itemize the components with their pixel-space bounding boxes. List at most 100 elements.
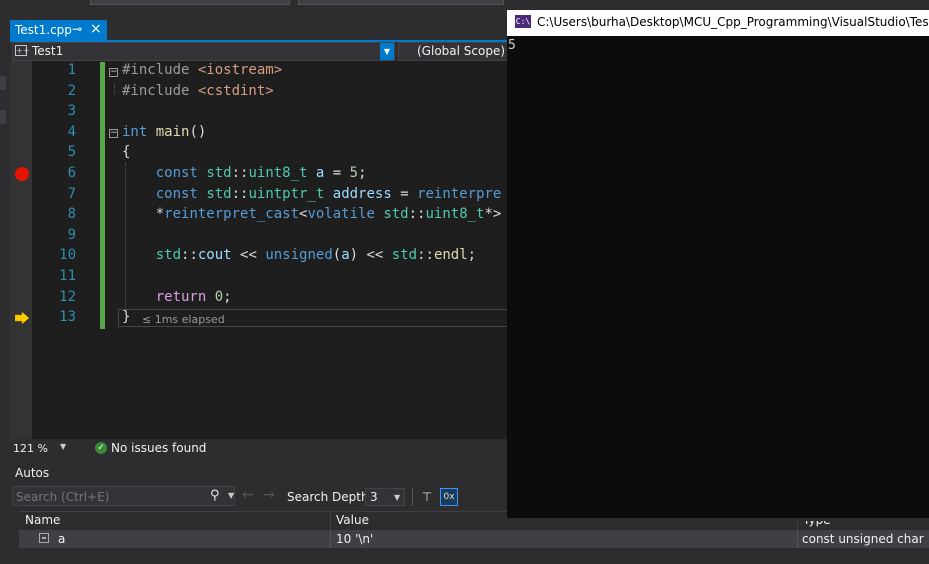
editor-status-bar [10, 439, 507, 457]
line-number: 12 [59, 288, 76, 305]
code-token: :: [417, 247, 434, 264]
scope-label: (Global Scope) [417, 44, 506, 58]
line-number: 13 [59, 309, 76, 326]
code-token: cout [197, 247, 232, 264]
code-token: #include [122, 82, 198, 99]
pin-columns-icon[interactable]: ⊤ [418, 488, 436, 506]
tab-test1-cpp[interactable]: Test1.cpp ⊸ × [10, 20, 107, 40]
left-gutter-tab-2[interactable] [0, 110, 6, 124]
line-number: 10 [59, 247, 76, 264]
column-header-name[interactable]: Name [25, 513, 60, 527]
code-line[interactable]: #include <iostream> [122, 62, 282, 78]
line-number: 9 [67, 226, 76, 243]
search-input[interactable] [13, 487, 208, 507]
autos-search-box[interactable]: ⚲ ▼ [12, 486, 235, 507]
forward-arrow-icon[interactable]: → [263, 487, 275, 503]
line-number: 6 [67, 165, 76, 181]
search-depth-value: 3 [370, 490, 378, 504]
scope-dropdown[interactable]: (Global Scope) [398, 42, 508, 61]
hex-display-icon[interactable]: 0x [440, 488, 458, 506]
check-circle-icon: ✓ [95, 442, 107, 454]
line-number: 3 [67, 103, 76, 120]
console-output: 5 [508, 38, 516, 53]
collapse-icon[interactable]: − [109, 129, 118, 138]
chevron-down-icon[interactable]: ▼ [394, 493, 400, 502]
breakpoint-margin[interactable] [10, 61, 32, 439]
line-number: 1 [67, 62, 76, 78]
code-token: () [189, 123, 207, 140]
console-app-icon: C:\ [515, 15, 531, 28]
pin-icon[interactable]: ⊸ [72, 22, 82, 36]
perf-tip-elapsed[interactable]: ≤ 1ms elapsed [142, 313, 225, 326]
tab-label: Test1.cpp [15, 23, 72, 37]
left-gutter-tab-1[interactable] [0, 76, 6, 90]
line-number: 8 [67, 206, 76, 223]
code-token: << [231, 247, 266, 264]
code-token: ; [223, 288, 232, 305]
search-depth-dropdown[interactable]: 3 ▼ [365, 488, 405, 506]
code-token: :: [231, 165, 249, 181]
chevron-down-icon[interactable]: ▼ [380, 43, 394, 60]
line-number: 5 [67, 144, 76, 161]
code-line[interactable]: int main() [122, 124, 206, 140]
console-window[interactable] [507, 10, 929, 518]
code-token: ; [358, 165, 367, 181]
code-token: reinterpre [417, 185, 502, 202]
autos-title: Autos [15, 466, 50, 480]
column-divider[interactable] [330, 511, 331, 529]
line-number: 11 [59, 268, 76, 284]
toolbar-combo-1[interactable] [90, 0, 290, 5]
table-row[interactable] [19, 530, 929, 548]
code-line[interactable]: } [122, 309, 130, 325]
code-token: std [391, 247, 418, 264]
code-token: int [122, 123, 148, 140]
code-token: uint8_t [425, 206, 485, 223]
search-icon[interactable]: ⚲ [210, 488, 220, 503]
chevron-down-icon[interactable]: ▼ [228, 491, 234, 500]
code-token: reinterpret_cast [164, 206, 300, 223]
code-token: *> [484, 206, 502, 223]
row-name[interactable]: a [58, 532, 65, 546]
code-token: unsigned [265, 247, 333, 264]
code-line[interactable]: std::cout << unsigned(a) << std::endl; [122, 247, 476, 263]
code-token: volatile [307, 206, 375, 223]
code-line[interactable]: #include <cstdint> [122, 83, 274, 99]
code-token: a [341, 247, 350, 264]
zoom-level[interactable]: 121 % [13, 442, 48, 455]
code-line[interactable]: const std::uint8_t a = 5; [122, 165, 367, 181]
code-token: uint8_t [248, 165, 308, 181]
code-token: address [332, 185, 392, 202]
close-icon[interactable]: × [90, 21, 102, 37]
code-token: ( [332, 247, 342, 264]
code-line[interactable]: return 0; [122, 289, 232, 305]
code-token: :: [231, 185, 249, 202]
collapse-icon[interactable]: − [109, 68, 118, 77]
column-header-value[interactable]: Value [336, 513, 369, 527]
row-type[interactable]: const unsigned char [802, 532, 924, 546]
code-line[interactable]: { [122, 144, 130, 160]
row-value[interactable]: 10 '\n' [336, 532, 373, 546]
back-arrow-icon[interactable]: ← [242, 487, 254, 503]
project-dropdown[interactable]: ++ Test1 ▼ [12, 42, 395, 61]
breakpoint-icon[interactable] [15, 167, 29, 181]
toolbar-combo-2[interactable] [298, 0, 504, 5]
change-tracking-bar [100, 62, 105, 329]
cell-divider [797, 530, 798, 548]
chevron-down-icon[interactable]: ▼ [60, 442, 66, 451]
code-token: #include [122, 62, 198, 78]
console-bottom-edge [507, 518, 929, 521]
toolbar-separator [412, 488, 413, 506]
code-token: const [155, 185, 198, 202]
code-token: uintptr_t [248, 185, 325, 202]
variable-icon [39, 533, 49, 543]
code-token: :: [408, 206, 426, 223]
code-line[interactable]: *reinterpret_cast<volatile std::uint8_t*… [122, 206, 502, 223]
issues-status[interactable]: No issues found [111, 441, 206, 455]
code-line[interactable]: const std::uintptr_t address = reinterpr… [122, 185, 502, 202]
line-number: 2 [67, 82, 76, 99]
code-token: const [155, 165, 198, 181]
